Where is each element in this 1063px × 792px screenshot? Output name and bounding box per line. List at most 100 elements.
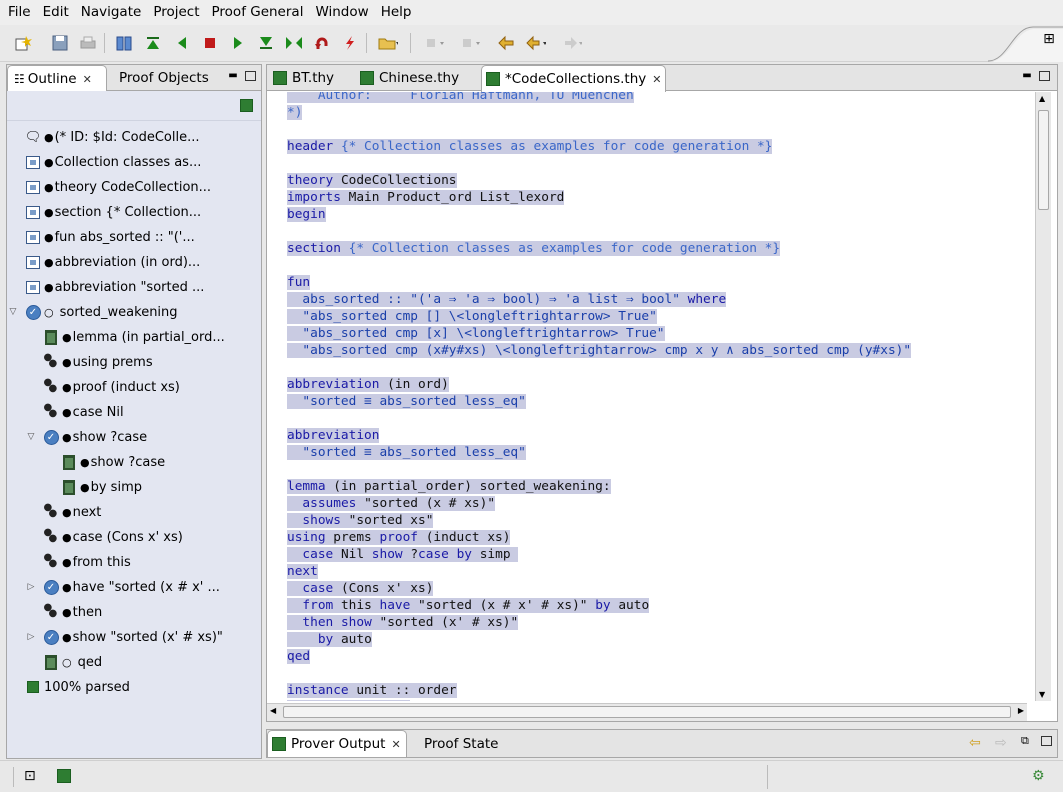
goto-start-icon[interactable] [143, 33, 163, 53]
code-line: "sorted ≡ abs_sorted less_eq" [287, 393, 1027, 410]
code-editor[interactable]: Author: Florian Haftmann, TU Muenchen *) h… [267, 92, 1057, 721]
menu-help[interactable]: Help [375, 0, 418, 25]
scroll-up-icon[interactable]: ▲ [1039, 94, 1045, 103]
tab-outline[interactable]: ☷ Outline ✕ [7, 65, 107, 92]
next-annotation-icon[interactable] [460, 33, 480, 53]
outline-item[interactable]: ●next [43, 501, 102, 523]
outline-item[interactable]: ●case Nil [43, 401, 124, 423]
goto-cursor-icon[interactable] [284, 33, 304, 53]
outline-item-label: using prems [72, 354, 153, 370]
fast-view-icon[interactable]: ⊡ [24, 768, 36, 784]
outline-item-label: then [72, 604, 103, 620]
minimize-icon[interactable]: ▬ [1021, 71, 1033, 83]
dots-icon [43, 502, 59, 520]
outline-item[interactable]: ● Collection classes as... [25, 151, 201, 173]
outline-item[interactable]: ○ qed [43, 651, 102, 673]
interrupt-icon[interactable] [340, 33, 360, 53]
outline-item[interactable]: ● section {* Collection... [25, 201, 201, 223]
outline-item[interactable]: ●proof (induct xs) [43, 376, 180, 398]
expand-open-icon[interactable]: ▽ [25, 432, 37, 442]
outline-item[interactable]: ▷ ✓ ● show "sorted (x' # xs)" [25, 626, 223, 648]
outline-item[interactable]: ●case (Cons x' xs) [43, 526, 183, 548]
maximize-icon[interactable] [1041, 736, 1052, 746]
last-edit-icon[interactable] [496, 33, 516, 53]
status-bullet-icon: ○ [44, 305, 54, 319]
tab-proof-state[interactable]: Proof State [424, 730, 498, 757]
outline-item[interactable]: ●then [43, 601, 103, 623]
tab-bt-thy[interactable]: BT.thy [273, 65, 334, 91]
stop-icon[interactable] [200, 33, 220, 53]
menu-project[interactable]: Project [147, 0, 205, 25]
goto-end-icon[interactable] [256, 33, 276, 53]
next-step-icon[interactable] [228, 33, 248, 53]
outline-item[interactable]: ● by simp [61, 476, 142, 498]
forward-icon[interactable] [562, 33, 582, 53]
outline-item-label: by simp [90, 479, 142, 495]
outline-item[interactable]: ●from this [43, 551, 131, 573]
code-line: using prems proof (induct xs) [287, 529, 1027, 546]
scroll-right-icon[interactable]: ▶ [1018, 706, 1024, 715]
menu-proof-general[interactable]: Proof General [206, 0, 310, 25]
scroll-thumb[interactable] [283, 706, 1011, 718]
retract-icon[interactable] [312, 33, 332, 53]
tab-proof-objects[interactable]: Proof Objects [119, 65, 209, 91]
code-line-text: instance unit :: order [287, 683, 457, 698]
tab-chinese-thy[interactable]: Chinese.thy [360, 65, 459, 91]
expand-closed-icon[interactable]: ▷ [25, 582, 37, 592]
outline-item[interactable]: ▷ ✓ ● have "sorted (x # x' ... [25, 576, 220, 598]
prev-annotation-icon[interactable] [424, 33, 444, 53]
outline-item[interactable]: ●using prems [43, 351, 153, 373]
status-bullet-icon: ○ [62, 655, 72, 669]
outline-item[interactable]: ▽ ✓ ● show ?case [25, 426, 147, 448]
outline-item[interactable]: ● abbreviation "sorted ... [25, 276, 204, 298]
book-icon[interactable] [114, 33, 134, 53]
open-perspective-icon[interactable]: ⊞ [1042, 29, 1056, 49]
restore-icon[interactable]: ⧉ [1021, 734, 1029, 748]
tab-prover-output[interactable]: Prover Output ✕ [267, 730, 407, 757]
vertical-scrollbar[interactable]: ▲ ▼ [1035, 92, 1051, 701]
scroll-thumb[interactable] [1038, 110, 1049, 210]
outline-item[interactable]: ● abbreviation (in ord)... [25, 251, 200, 273]
menu-file[interactable]: File [2, 0, 37, 25]
maximize-icon[interactable] [1039, 71, 1050, 81]
collapse-all-icon[interactable] [240, 99, 253, 112]
menu-edit[interactable]: Edit [37, 0, 75, 25]
outline-item[interactable]: ● fun abs_sorted :: "('... [25, 226, 195, 248]
new-wizard-icon[interactable] [14, 33, 34, 53]
save-icon[interactable] [50, 33, 70, 53]
tab-codecollections-thy[interactable]: *CodeCollections.thy ✕ [481, 65, 666, 92]
outline-item[interactable]: 🗨 ● (* ID: $Id: CodeColle... [25, 126, 200, 148]
outline-item[interactable]: ● lemma (in partial_ord... [43, 326, 225, 348]
close-icon[interactable]: ✕ [83, 73, 92, 86]
maximize-icon[interactable] [245, 71, 256, 81]
status-bullet-icon: ● [62, 630, 72, 644]
code-text[interactable]: Author: Florian Haftmann, TU Muenchen *) h… [287, 92, 1027, 701]
menu-window[interactable]: Window [309, 0, 374, 25]
code-line: case Nil show ?case by simp [287, 546, 1027, 563]
expand-closed-icon[interactable]: ▷ [25, 632, 37, 642]
scroll-down-icon[interactable]: ▼ [1039, 690, 1045, 699]
outline-tree: 🗨 ● (* ID: $Id: CodeColle... ● Collection cl… [7, 121, 261, 758]
outline-item[interactable]: ▽ ✓ ○ sorted_weakening [7, 301, 178, 323]
close-icon[interactable]: ✕ [391, 738, 400, 751]
back-arrow-icon[interactable]: ⇦ [969, 735, 981, 751]
outline-item[interactable]: 100% parsed [25, 676, 130, 698]
code-line: "u ≤ v = True" [287, 699, 1027, 701]
prover-status-icon[interactable] [57, 769, 71, 783]
forward-arrow-icon[interactable]: ⇨ [995, 735, 1007, 751]
horizontal-scrollbar[interactable]: ◀ ▶ [267, 703, 1027, 721]
expand-open-icon[interactable]: ▽ [7, 307, 19, 317]
print-icon[interactable] [78, 33, 98, 53]
open-folder-icon[interactable] [378, 33, 398, 53]
outline-item-label: (* ID: $Id: CodeColle... [54, 129, 200, 145]
undo-step-icon[interactable] [172, 33, 192, 53]
progress-icon[interactable]: ⚙ [1032, 768, 1045, 784]
menu-navigate[interactable]: Navigate [75, 0, 148, 25]
outline-item[interactable]: ● theory CodeCollection... [25, 176, 211, 198]
outline-item[interactable]: ● show ?case [61, 451, 165, 473]
minimize-icon[interactable]: ▬ [227, 71, 239, 83]
back-icon[interactable] [526, 33, 546, 53]
scroll-left-icon[interactable]: ◀ [270, 706, 276, 715]
annotation-ruler [267, 92, 285, 701]
close-icon[interactable]: ✕ [652, 73, 661, 86]
